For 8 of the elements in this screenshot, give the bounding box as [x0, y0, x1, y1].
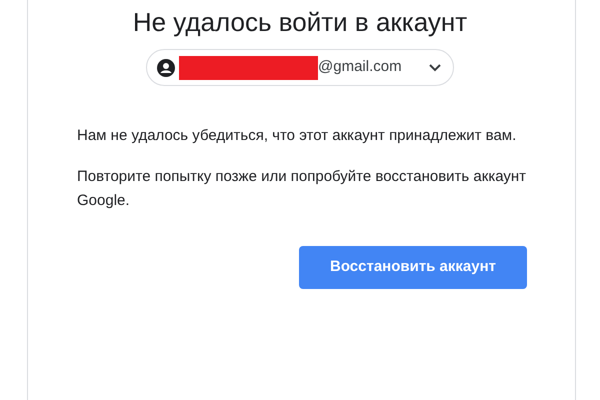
- chevron-down-icon: [429, 64, 441, 72]
- account-chip[interactable]: @gmail.com: [146, 49, 454, 86]
- recover-account-button[interactable]: Восстановить аккаунт: [299, 246, 527, 289]
- page-title: Не удалось войти в аккаунт: [132, 6, 468, 39]
- account-icon: [156, 58, 176, 78]
- email-text: @gmail.com: [318, 57, 402, 78]
- message-paragraph: Повторите попытку позже или попробуйте восстановить аккаунт Google.: [77, 167, 527, 211]
- message-paragraph: Нам не удалось убедиться, что этот аккаунт принадлежит вам.: [77, 126, 518, 146]
